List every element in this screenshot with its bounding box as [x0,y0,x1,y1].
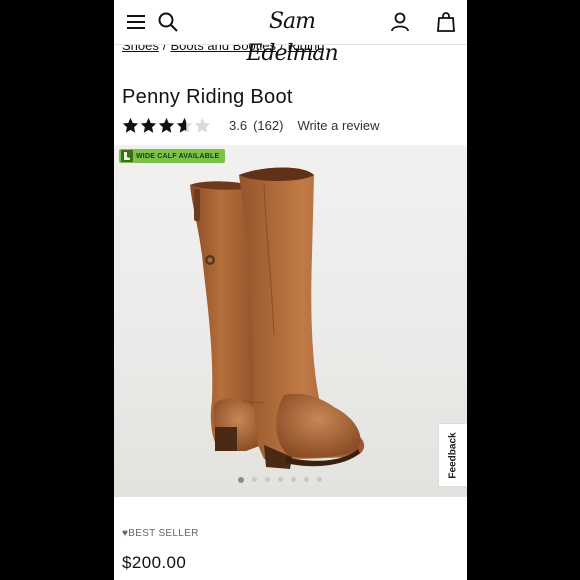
star-icon [140,117,157,133]
star-icon [122,117,139,133]
gallery-dot[interactable] [304,477,309,482]
product-page: Sam Edelman Shoes / Boots and Booties / Ridi… [114,0,467,580]
gallery-dot[interactable] [317,477,322,482]
best-seller-label: ♥BEST SELLER [122,528,199,539]
brand-logo[interactable]: Sam Edelman [232,6,352,66]
star-icon [176,117,193,133]
bag-icon[interactable] [434,10,458,34]
gallery-dot[interactable] [265,477,270,482]
write-review-link[interactable]: Write a review [297,118,379,133]
star-icon [158,117,175,133]
menu-icon[interactable] [124,10,148,34]
product-rating[interactable]: 3.6 (162) Write a review [122,115,380,135]
product-image[interactable]: WIDE CALF AVAILABLE Feedback [114,145,467,497]
gallery-dot[interactable] [278,477,283,482]
review-count[interactable]: (162) [253,118,283,133]
gallery-dot[interactable] [252,477,257,482]
feedback-label: Feedback [448,431,460,479]
gallery-dot[interactable] [238,477,244,483]
feedback-tab[interactable]: Feedback [438,423,467,487]
wide-calf-badge: WIDE CALF AVAILABLE [119,149,226,163]
site-header: Sam Edelman [114,0,467,66]
best-seller-text: BEST SELLER [128,528,199,539]
boot-icon [121,150,133,162]
product-title: Penny Riding Boot [122,86,293,108]
gallery-dot[interactable] [291,477,296,482]
account-icon[interactable] [388,10,412,34]
boots-image [190,167,365,469]
badge-label: WIDE CALF AVAILABLE [136,152,220,160]
gallery-pagination [238,477,322,483]
star-icon [194,117,211,133]
product-price: $200.00 [122,553,187,572]
rating-value: 3.6 [229,117,248,133]
star-rating [122,117,211,134]
search-icon[interactable] [156,10,180,34]
